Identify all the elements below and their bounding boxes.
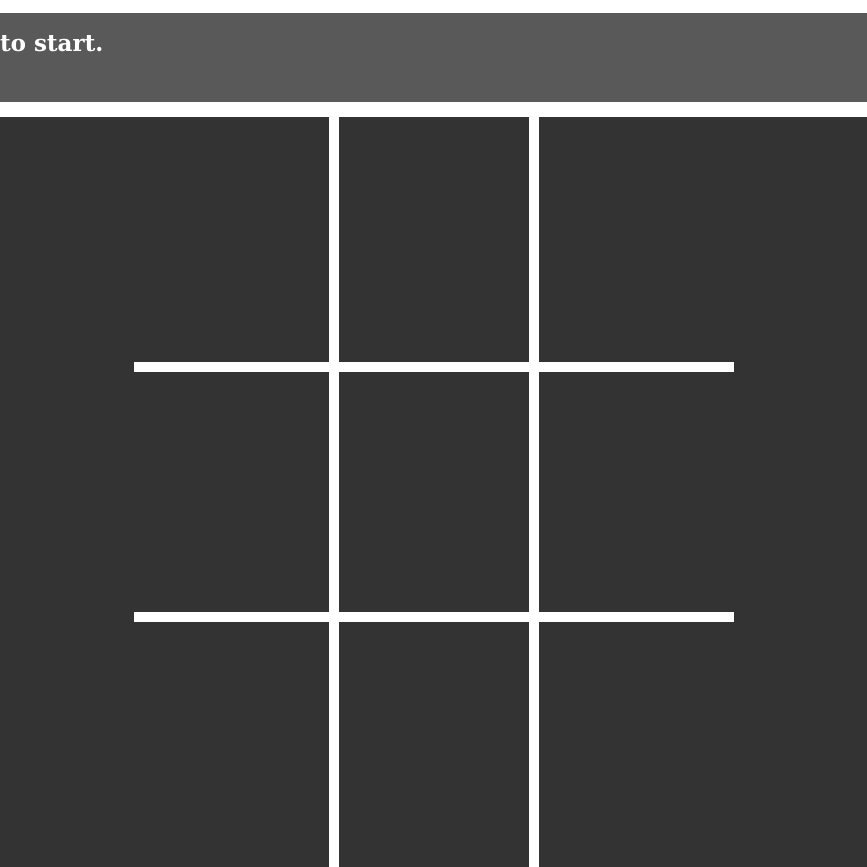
grid-line-vertical-2 — [529, 117, 539, 867]
cell-2-0[interactable] — [134, 622, 329, 867]
status-bar: to start. — [0, 13, 867, 102]
cell-0-1[interactable] — [339, 117, 529, 362]
cell-1-2[interactable] — [539, 372, 734, 612]
grid-line-vertical-1 — [329, 117, 339, 867]
cell-0-2[interactable] — [539, 117, 734, 362]
cell-0-0[interactable] — [134, 117, 329, 362]
cell-1-0[interactable] — [134, 372, 329, 612]
grid-line-horizontal-2 — [134, 612, 734, 622]
grid-line-horizontal-1 — [134, 362, 734, 372]
cell-2-2[interactable] — [539, 622, 734, 867]
status-message: to start. — [0, 30, 104, 57]
cell-2-1[interactable] — [339, 622, 529, 867]
game-board — [0, 117, 867, 867]
cell-1-1[interactable] — [339, 372, 529, 612]
game-page: to start. — [0, 0, 867, 867]
